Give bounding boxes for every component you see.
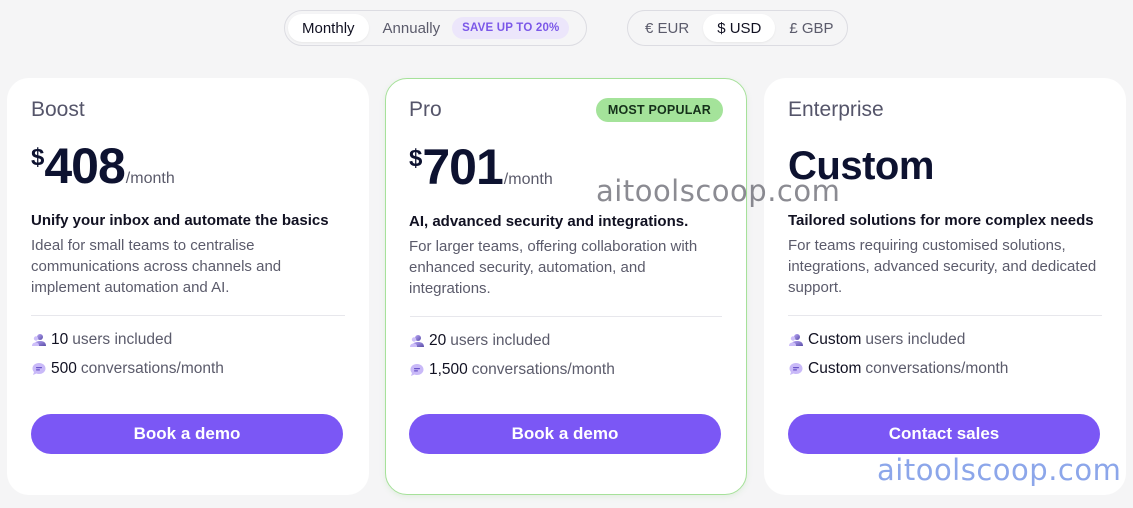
conversations-label: conversations/month	[471, 361, 615, 378]
plan-name: Pro	[409, 98, 442, 121]
price-amount: 701	[422, 139, 503, 195]
feature-users: Custom users included	[788, 331, 965, 349]
plan-price: $ 408 /month	[31, 138, 175, 194]
price-period: /month	[503, 171, 553, 188]
plan-card-pro: Pro MOST POPULAR $ 701 /month AI, advanc…	[385, 78, 747, 495]
book-demo-button[interactable]: Book a demo	[409, 414, 721, 454]
plan-description: For teams requiring customised solutions…	[788, 237, 1097, 296]
conversations-count: 500	[51, 360, 77, 377]
plan-card-boost: Boost $ 408 /month Unify your inbox and …	[7, 78, 369, 495]
feature-users: 10 users included	[31, 331, 172, 349]
currency-usd-option[interactable]: $ USD	[703, 14, 776, 42]
chat-bubble-icon	[32, 363, 46, 375]
plan-name: Enterprise	[788, 98, 884, 121]
conversations-label: conversations/month	[80, 360, 224, 377]
currency-eur-option[interactable]: € EUR	[631, 14, 703, 42]
conversations-count: 1,500	[429, 361, 468, 378]
billing-period-toggle: Monthly Annually SAVE UP TO 20%	[284, 10, 587, 46]
plan-description: For larger teams, offering collaboration…	[409, 238, 698, 297]
plan-tagline: AI, advanced security and integrations.	[409, 213, 689, 230]
conversations-count: Custom	[808, 360, 862, 377]
currency-toggle: € EUR $ USD £ GBP	[627, 10, 848, 46]
divider	[31, 315, 345, 316]
users-label: users included	[865, 331, 966, 348]
plan-name: Boost	[31, 98, 85, 121]
users-icon	[410, 335, 424, 347]
contact-sales-button[interactable]: Contact sales	[788, 414, 1100, 454]
feature-users: 20 users included	[409, 332, 550, 350]
plan-card-enterprise: Enterprise Custom Tailored solutions for…	[764, 78, 1126, 495]
currency-gbp-option[interactable]: £ GBP	[775, 14, 847, 42]
feature-conversations: 500 conversations/month	[31, 360, 224, 378]
plan-price: $ 701 /month	[409, 139, 553, 195]
divider	[788, 315, 1102, 316]
plan-tagline: Unify your inbox and automate the basics	[31, 212, 329, 229]
feature-conversations: Custom conversations/month	[788, 360, 1008, 378]
save-badge: SAVE UP TO 20%	[452, 17, 570, 39]
currency-symbol: $	[31, 144, 45, 171]
price-amount: 408	[44, 138, 125, 194]
chat-bubble-icon	[789, 363, 803, 375]
conversations-label: conversations/month	[865, 360, 1009, 377]
billing-annually-option[interactable]: Annually SAVE UP TO 20%	[369, 14, 584, 42]
users-count: 20	[429, 332, 447, 349]
most-popular-badge: MOST POPULAR	[595, 98, 723, 122]
feature-conversations: 1,500 conversations/month	[409, 361, 615, 379]
plan-tagline: Tailored solutions for more complex need…	[788, 212, 1094, 229]
price-period: /month	[125, 170, 175, 187]
users-count: Custom	[808, 331, 862, 348]
chat-bubble-icon	[410, 364, 424, 376]
users-icon	[789, 334, 803, 346]
billing-monthly-option[interactable]: Monthly	[288, 14, 369, 42]
plan-price: Custom	[788, 144, 934, 188]
divider	[410, 316, 722, 317]
billing-annually-label: Annually	[382, 19, 441, 37]
users-label: users included	[450, 332, 551, 349]
users-count: 10	[51, 331, 69, 348]
users-label: users included	[72, 331, 173, 348]
plan-description: Ideal for small teams to centralise comm…	[31, 237, 282, 296]
currency-symbol: $	[409, 145, 423, 172]
users-icon	[32, 334, 46, 346]
book-demo-button[interactable]: Book a demo	[31, 414, 343, 454]
